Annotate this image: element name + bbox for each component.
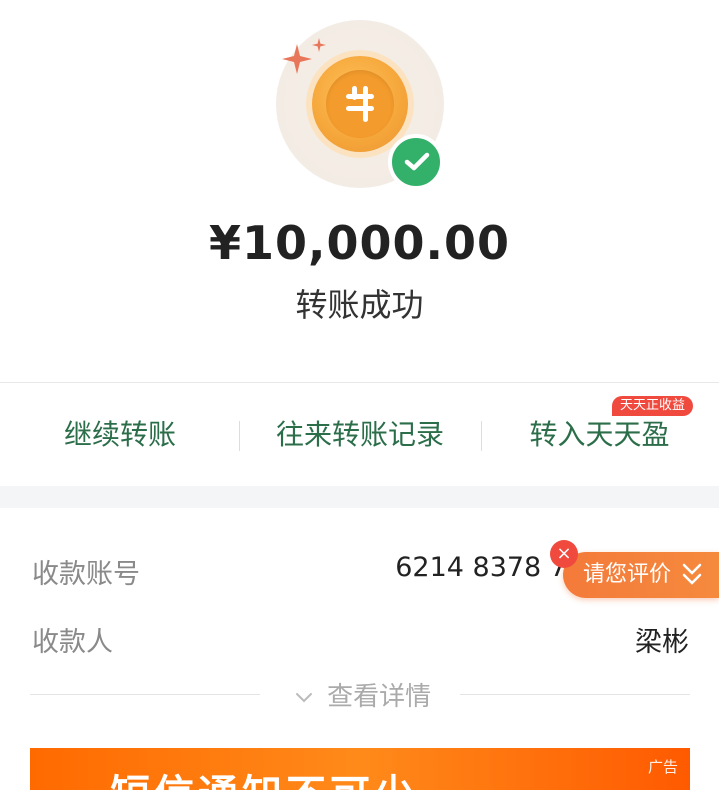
chevron-down-icon (295, 692, 312, 702)
success-illustration (262, 20, 462, 200)
rate-button[interactable]: 请您评价 (563, 552, 719, 598)
check-icon (388, 134, 444, 190)
success-header: ¥10,000.00 转账成功 (0, 0, 719, 382)
view-details-label: 查看详情 (327, 682, 432, 712)
transfer-records-button[interactable]: 往来转账记录 (240, 383, 480, 487)
sparkle-icon (282, 44, 312, 74)
ad-tag: 广告 (647, 758, 678, 776)
transfer-status: 转账成功 (295, 286, 424, 324)
divider (460, 694, 690, 695)
continue-transfer-button[interactable]: 继续转账 (0, 383, 240, 487)
rate-label: 请您评价 (583, 562, 672, 587)
close-icon[interactable]: × (550, 540, 578, 568)
promo-badge: 天天正收益 (612, 396, 694, 416)
transfer-amount: ¥10,000.00 (208, 216, 510, 270)
ad-headline: 短信通知不可少 (110, 762, 418, 790)
account-label: 收款账号 (32, 559, 140, 590)
chevron-down-icon (682, 563, 702, 585)
view-details-button[interactable]: 查看详情 (288, 676, 438, 713)
payee-label: 收款人 (32, 627, 113, 658)
ad-banner[interactable]: 短信通知不可少 广告 (30, 748, 690, 790)
coin-icon (312, 56, 408, 152)
payee-value: 梁彬 (635, 627, 689, 658)
divider (30, 694, 260, 695)
account-value: 6214 8378 7 (395, 552, 567, 583)
action-bar: 继续转账 往来转账记录 转入天天盈 (0, 382, 719, 487)
section-gap (0, 486, 719, 508)
sparkle-icon (312, 38, 326, 52)
